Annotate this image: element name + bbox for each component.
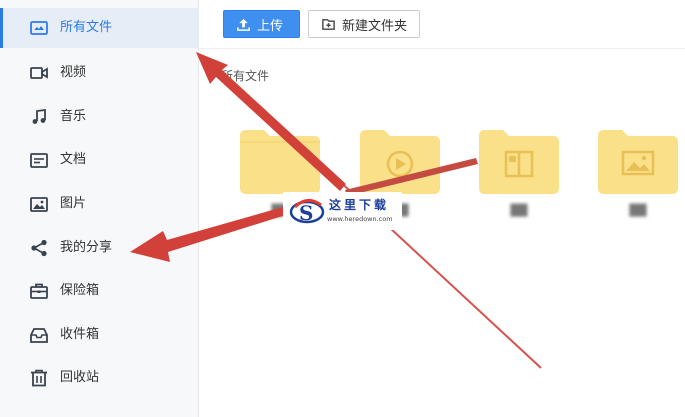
folder-item[interactable]: ██ <box>479 128 559 217</box>
sidebar-item-images[interactable]: 图片 <box>0 184 199 224</box>
sidebar-item-label: 图片 <box>60 196 87 211</box>
image-icon <box>29 194 49 214</box>
watermark-logo-icon: S <box>289 199 325 225</box>
document-folder-icon <box>479 130 559 194</box>
folder-item[interactable]: ██ <box>598 128 678 217</box>
watermark: S 这里下载 www.heredown.com <box>283 192 402 230</box>
folder-item[interactable]: ██ <box>240 128 320 217</box>
watermark-text: 这里下载 <box>329 198 390 212</box>
new-folder-button[interactable]: 新建文件夹 <box>308 10 420 38</box>
sidebar-item-label: 文档 <box>60 152 87 167</box>
share-icon <box>29 238 49 258</box>
sidebar-item-safe-box[interactable]: 保险箱 <box>0 271 199 311</box>
sidebar-item-label: 视频 <box>60 65 87 80</box>
inbox-icon <box>29 325 49 345</box>
sidebar-item-my-share[interactable]: 我的分享 <box>0 228 199 268</box>
upload-button[interactable]: 上传 <box>223 10 300 38</box>
sidebar-item-video[interactable]: 视频 <box>0 53 199 93</box>
all-files-icon <box>29 18 49 38</box>
breadcrumb[interactable]: 所有文件 <box>221 67 269 84</box>
new-folder-button-label: 新建文件夹 <box>342 18 408 34</box>
sidebar: 所有文件 视频 音乐 文档 图片 我的分享 保险箱 收件箱 回收站 <box>0 0 199 417</box>
sidebar-item-label: 我的分享 <box>60 240 113 255</box>
video-icon <box>29 63 49 83</box>
sidebar-item-label: 所有文件 <box>60 20 113 35</box>
folder-item[interactable]: ██ <box>360 128 440 217</box>
sidebar-item-label: 音乐 <box>60 109 87 124</box>
folder-icon <box>240 130 320 194</box>
sidebar-item-label: 保险箱 <box>60 283 100 298</box>
svg-text:S: S <box>299 201 313 225</box>
sidebar-item-label: 收件箱 <box>60 327 100 342</box>
new-folder-icon <box>322 18 335 30</box>
folder-name: ██ <box>629 204 647 217</box>
toolbar-divider <box>199 48 685 49</box>
video-folder-icon <box>360 130 440 194</box>
recycle-bin-icon <box>29 368 49 388</box>
upload-button-label: 上传 <box>257 18 284 34</box>
safe-box-icon <box>29 281 49 301</box>
music-icon <box>29 107 49 127</box>
sidebar-item-documents[interactable]: 文档 <box>0 140 199 180</box>
watermark-url: www.heredown.com <box>327 215 393 223</box>
sidebar-item-inbox[interactable]: 收件箱 <box>0 315 199 355</box>
sidebar-item-label: 回收站 <box>60 370 100 385</box>
upload-icon <box>237 18 250 31</box>
sidebar-item-recycle-bin[interactable]: 回收站 <box>0 358 199 398</box>
sidebar-item-music[interactable]: 音乐 <box>0 97 199 137</box>
image-folder-icon <box>598 130 678 194</box>
document-icon <box>29 150 49 170</box>
folder-name: ██ <box>510 204 528 217</box>
sidebar-item-all-files[interactable]: 所有文件 <box>0 8 199 48</box>
